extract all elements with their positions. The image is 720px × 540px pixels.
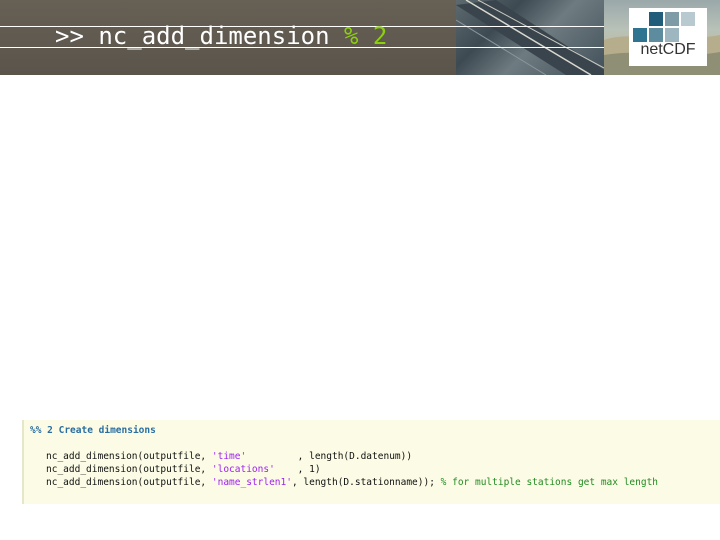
logo-text: netCDF (640, 41, 696, 58)
code-string: 'time' (211, 451, 247, 462)
logo-square (649, 12, 663, 26)
code-rest: , length(D.stationname)); (291, 477, 441, 488)
code-string: 'name_strlen1' (211, 477, 292, 488)
code-call: nc_add_dimension(outputfile, (46, 451, 212, 462)
code-comment: % for multiple stations get max length (440, 477, 659, 488)
page-title: >> nc_add_dimension % 2 (55, 22, 387, 50)
bridge-photo (456, 0, 604, 75)
code-rest: , length(D.datenum)) (246, 451, 413, 462)
code-line: nc_add_dimension(outputfile, 'locations'… (46, 464, 321, 475)
bridge-image (456, 0, 604, 75)
logo-square (665, 28, 679, 42)
code-string: 'locations' (211, 464, 275, 475)
logo-square (681, 12, 695, 26)
code-editor-panel[interactable]: %% 2 Create dimensions nc_add_dimension(… (22, 420, 720, 504)
logo-square (665, 12, 679, 26)
code-line: nc_add_dimension(outputfile, 'name_strle… (46, 477, 658, 488)
header-rule-over-photo-top (456, 26, 604, 27)
logo-square (649, 28, 663, 42)
code-cell-title: %% 2 Create dimensions (30, 425, 156, 436)
code-line: nc_add_dimension(outputfile, 'time' , le… (46, 451, 412, 462)
slide-header: netCDF >> nc_add_dimension % 2 (0, 0, 720, 75)
title-comment: % 2 (344, 22, 388, 50)
netcdf-logo: netCDF (629, 8, 707, 66)
logo-square (633, 28, 647, 42)
code-call: nc_add_dimension(outputfile, (46, 464, 212, 475)
code-call: nc_add_dimension(outputfile, (46, 477, 212, 488)
code-rest: , 1) (274, 464, 321, 475)
title-command: >> nc_add_dimension (55, 22, 330, 50)
header-rule-over-photo-bottom (456, 47, 604, 48)
